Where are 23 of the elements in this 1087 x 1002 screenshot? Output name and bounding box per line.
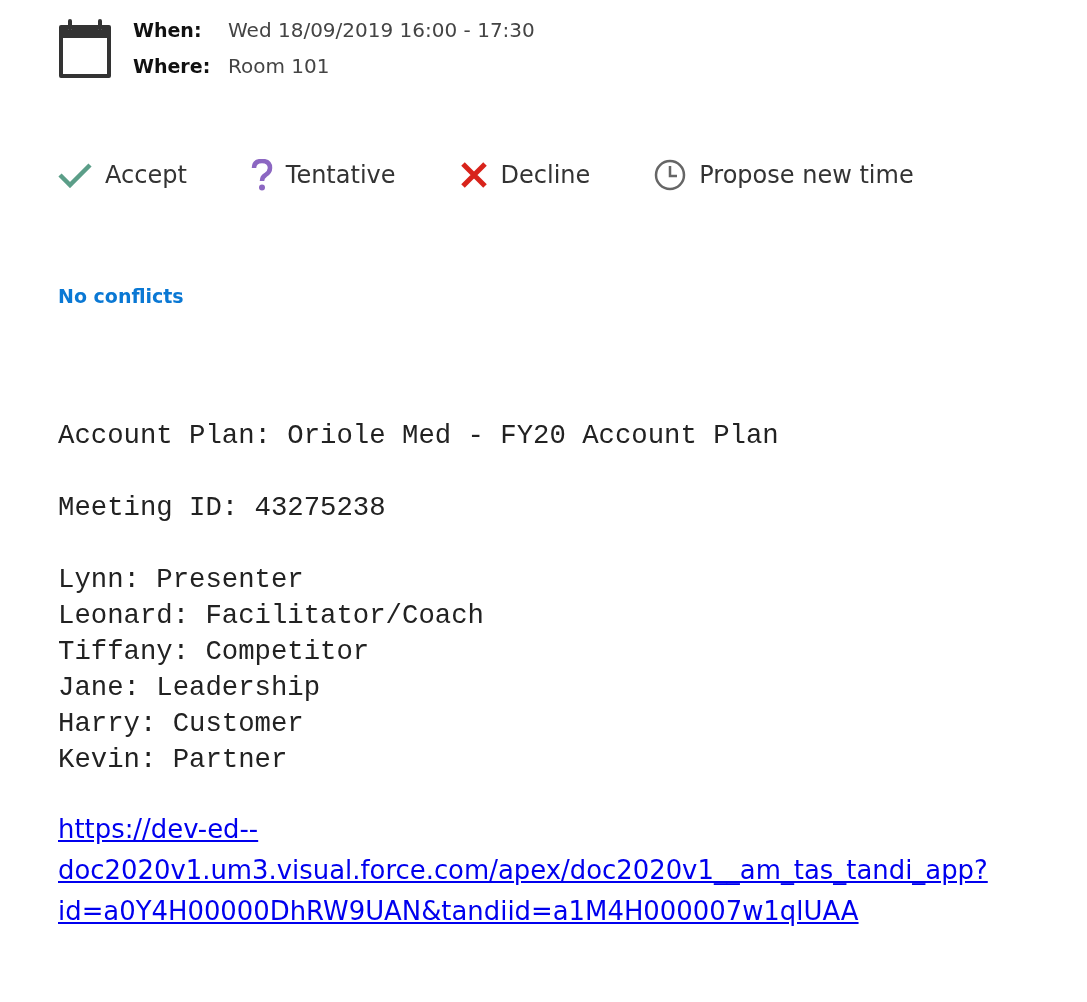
when-label: When: <box>133 18 203 43</box>
calendar-icon <box>58 18 112 79</box>
attendee-role-text: Leonard: Facilitator/Coach <box>58 599 484 633</box>
where-value: Room 101 <box>228 53 331 80</box>
propose-button[interactable]: Propose new time <box>654 158 914 192</box>
clock-icon <box>654 159 687 191</box>
tentative-button[interactable]: Tentative <box>250 158 396 192</box>
when-value: Wed 18/09/2019 16:00 - 17:30 <box>228 17 535 44</box>
where-label: Where: <box>133 54 212 79</box>
attendee-role-text: Tiffany: Competitor <box>58 635 370 669</box>
attendee-role-text: Jane: Leadership <box>58 671 321 705</box>
check-icon <box>58 162 92 188</box>
decline-button[interactable]: Decline <box>459 158 591 192</box>
question-mark-icon <box>250 159 273 191</box>
account-plan-text: Account Plan: Oriole Med - FY20 Account Plan <box>58 419 779 453</box>
attendee-role-text: Kevin: Partner <box>58 743 288 777</box>
cross-icon <box>459 161 488 189</box>
accept-button[interactable]: Accept <box>58 158 187 192</box>
attendee-role-text: Harry: Customer <box>58 707 304 741</box>
meeting-link[interactable]: https://dev-ed-- doc2020v1.um3.visual.force.com/apex/doc2020v1__am_tas_tandi_app? id=a0Y4H00000DhRW9UAN&tandiid=a1M4H000007w1qlUAA <box>58 809 988 932</box>
meeting-id-text: Meeting ID: 43275238 <box>58 491 386 525</box>
attendee-role-text: Lynn: Presenter <box>58 563 304 597</box>
conflict-status-text: No conflicts <box>58 285 184 307</box>
